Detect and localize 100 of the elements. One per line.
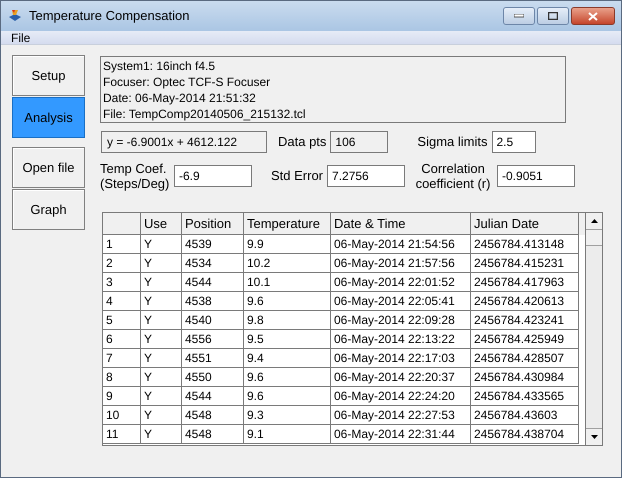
scrollbar[interactable] — [585, 212, 603, 446]
close-button[interactable] — [571, 7, 615, 25]
table-cell: 10.1 — [244, 273, 331, 292]
column-header: Position — [182, 213, 244, 235]
side-button[interactable]: Graph — [12, 189, 85, 230]
table-cell: 4539 — [182, 235, 244, 254]
text-field[interactable]: -0.9051 — [497, 165, 576, 187]
table-cell: 9.1 — [244, 425, 331, 444]
table-cell: Y — [141, 292, 182, 311]
table-cell: 5 — [103, 311, 141, 330]
table-cell: 9.3 — [244, 406, 331, 425]
table-cell: 06-May-2014 22:24:20 — [331, 387, 471, 406]
table-cell: 06-May-2014 22:20:37 — [331, 368, 471, 387]
table-cell: 4556 — [182, 330, 244, 349]
table-cell: 10.2 — [244, 254, 331, 273]
table-cell: 4548 — [182, 425, 244, 444]
table-cell: 4548 — [182, 406, 244, 425]
table-cell: 3 — [103, 273, 141, 292]
table-cell: 9.6 — [244, 292, 331, 311]
minimize-button[interactable] — [503, 7, 535, 25]
table-cell: 2456784.415231 — [471, 254, 579, 273]
table-cell: 06-May-2014 22:13:22 — [331, 330, 471, 349]
table-cell: 9.6 — [244, 368, 331, 387]
text-field[interactable]: 2.5 — [492, 131, 536, 153]
table-cell: 9.6 — [244, 387, 331, 406]
info-line: Focuser: Optec TCF-S Focuser — [103, 74, 272, 90]
side-button[interactable]: Setup — [12, 55, 85, 96]
info-line: File: TempComp20140506_215132.tcl — [103, 106, 307, 122]
table-cell: 2456784.420613 — [471, 292, 579, 311]
maximize-button[interactable] — [537, 7, 569, 25]
table-cell: 2456784.428507 — [471, 349, 579, 368]
table-cell: 6 — [103, 330, 141, 349]
table-cell: 4544 — [182, 387, 244, 406]
app-icon — [7, 8, 23, 24]
table-cell: 8 — [103, 368, 141, 387]
correlation-label: Correlation coefficient (r) — [414, 161, 492, 191]
table-cell: 06-May-2014 22:01:52 — [331, 273, 471, 292]
table-cell: Y — [141, 387, 182, 406]
table-cell: 06-May-2014 22:09:28 — [331, 311, 471, 330]
table-cell: Y — [141, 311, 182, 330]
table-cell: 06-May-2014 22:05:41 — [331, 292, 471, 311]
temp-coef-label: Temp Coef. (Steps/Deg) — [100, 161, 170, 191]
window-title: Temperature Compensation — [29, 7, 190, 26]
table-cell: 06-May-2014 22:17:03 — [331, 349, 471, 368]
table-cell: 4544 — [182, 273, 244, 292]
table-cell: 2456784.413148 — [471, 235, 579, 254]
table-cell: 9 — [103, 387, 141, 406]
text-field[interactable]: 106 — [330, 131, 388, 153]
table-cell: 2456784.438704 — [471, 425, 579, 444]
maximize-icon — [548, 12, 558, 20]
table-cell: Y — [141, 406, 182, 425]
table-cell: 06-May-2014 21:57:56 — [331, 254, 471, 273]
table-cell: 2456784.425949 — [471, 330, 579, 349]
table-cell: 4540 — [182, 311, 244, 330]
table-cell: 11 — [103, 425, 141, 444]
table-cell: Y — [141, 349, 182, 368]
column-header: Temperature — [244, 213, 331, 235]
table-cell: 7 — [103, 349, 141, 368]
info-line: System1: 16inch f4.5 — [103, 58, 216, 74]
table-cell: 06-May-2014 22:27:53 — [331, 406, 471, 425]
table-cell: Y — [141, 368, 182, 387]
table-cell: 2456784.423241 — [471, 311, 579, 330]
table-cell: 2456784.430984 — [471, 368, 579, 387]
data-pts-label: Data pts — [278, 133, 326, 152]
table-cell: 9.8 — [244, 311, 331, 330]
table-cell: 1 — [103, 235, 141, 254]
column-header: Julian Date — [471, 213, 579, 235]
menu-item[interactable]: File — [11, 30, 30, 44]
equation-field: y = -6.9001x + 4612.122 — [101, 131, 267, 153]
table-cell: 4550 — [182, 368, 244, 387]
text-field[interactable]: -6.9 — [174, 165, 252, 187]
table-cell: 4 — [103, 292, 141, 311]
table-cell: Y — [141, 425, 182, 444]
table-cell: 2456784.43603 — [471, 406, 579, 425]
table-cell: Y — [141, 235, 182, 254]
table-cell: 2456784.417963 — [471, 273, 579, 292]
close-icon — [588, 12, 598, 20]
table-cell: 10 — [103, 406, 141, 425]
side-button[interactable]: Open file — [12, 147, 85, 188]
minimize-icon — [514, 14, 524, 18]
table-cell: 9.4 — [244, 349, 331, 368]
table-cell: Y — [141, 330, 182, 349]
std-error-label: Std Error — [271, 167, 324, 186]
table-cell: 9.9 — [244, 235, 331, 254]
scroll-thumb[interactable] — [586, 230, 602, 246]
table-cell: Y — [141, 273, 182, 292]
column-header: Use — [141, 213, 182, 235]
table-cell: Y — [141, 254, 182, 273]
table-cell: 2 — [103, 254, 141, 273]
sigma-limits-label: Sigma limits — [417, 133, 488, 152]
table-cell: 06-May-2014 22:31:44 — [331, 425, 471, 444]
table-cell: 06-May-2014 21:54:56 — [331, 235, 471, 254]
table-cell: 4534 — [182, 254, 244, 273]
side-button[interactable]: Analysis — [12, 97, 85, 138]
scroll-up-icon[interactable] — [590, 219, 598, 223]
column-header: Date & Time — [331, 213, 471, 235]
table-cell: 4538 — [182, 292, 244, 311]
table-cell: 2456784.433565 — [471, 387, 579, 406]
text-field[interactable]: 7.2756 — [327, 165, 406, 187]
scroll-down-icon[interactable] — [590, 435, 598, 439]
